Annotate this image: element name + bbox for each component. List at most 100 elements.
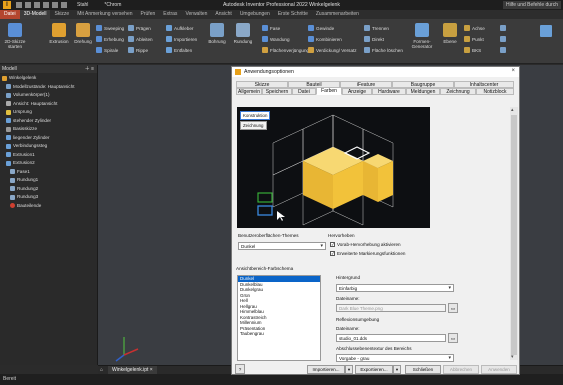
browse-button[interactable]: ▭ <box>448 303 458 313</box>
combine-button[interactable]: Kombinieren <box>308 36 342 42</box>
tab-ifeature[interactable]: iFeature <box>340 81 392 88</box>
thread-button[interactable]: Gewinde <box>308 25 334 31</box>
tab-view[interactable]: Ansicht <box>211 10 235 19</box>
enable-prehighlight-checkbox[interactable]: ✓ Vorab-Hervorhebung aktivieren <box>330 242 401 247</box>
plane-button[interactable]: Ebene <box>440 23 460 44</box>
tab-save[interactable]: Speichern <box>262 88 292 95</box>
decal-button[interactable]: Aufkleber <box>166 25 193 31</box>
axis-button[interactable]: Achse <box>464 25 485 31</box>
tab-display[interactable]: Anzeige <box>342 88 372 95</box>
tab-environments[interactable]: Umgebungen <box>236 10 274 19</box>
color-scheme-list[interactable]: Dunkel Dunkelblau Dunkelgrau Grün Hell H… <box>237 275 321 361</box>
tree-item[interactable]: Ursprung <box>2 108 97 117</box>
import-dropdown-button[interactable]: ▾ <box>345 365 353 374</box>
hole-button[interactable]: Bohrung <box>206 23 228 44</box>
export-dropdown-button[interactable]: ▾ <box>393 365 401 374</box>
direct-edit-button[interactable]: Direkt <box>364 36 384 42</box>
tab-file[interactable]: Datei <box>292 88 316 95</box>
home-icon[interactable] <box>61 2 67 8</box>
pattern-icon-group[interactable] <box>500 25 506 31</box>
tree-item[interactable]: Rundung2 <box>2 185 97 194</box>
export-button[interactable]: Exportieren... <box>355 365 393 374</box>
tab-inspect[interactable]: Prüfen <box>137 10 160 19</box>
tab-prompts[interactable]: Meldungen <box>406 88 440 95</box>
tab-notebook[interactable]: Notizblock <box>476 88 514 95</box>
draft-button[interactable]: Flächenverjüngung <box>262 47 309 53</box>
tab-get-started[interactable]: Erste Schritte <box>274 10 312 19</box>
tab-annotate[interactable]: Mit Anmerkung versehen <box>73 10 136 19</box>
derive-button[interactable]: Ableiten <box>128 36 153 42</box>
inventor-logo-icon[interactable]: I <box>3 1 11 9</box>
drawing-scheme-button[interactable]: Zeichnung <box>240 121 267 130</box>
tab-manage[interactable]: Verwalten <box>181 10 211 19</box>
browse-reflection-button[interactable]: ▭ <box>448 333 458 343</box>
close-button[interactable]: Schließen <box>405 365 441 374</box>
save-icon[interactable] <box>34 2 40 8</box>
open-file-icon[interactable] <box>25 2 31 8</box>
home-tab-icon[interactable]: ⌂ <box>100 367 103 373</box>
mirror-button[interactable] <box>500 47 506 53</box>
reflection-filename-field[interactable]: studio_01.dds <box>336 334 446 342</box>
background-select[interactable]: Einfarbig <box>336 284 454 292</box>
tab-sketch[interactable]: Skizze <box>50 10 73 19</box>
dialog-scrollbar[interactable]: ▴ ▾ <box>510 107 518 360</box>
tree-item[interactable]: Fase1 <box>2 168 97 177</box>
tree-item[interactable]: Verbindungssteg <box>2 142 97 151</box>
tree-item[interactable]: Extrusion2 <box>2 159 97 168</box>
chamfer-button[interactable]: Fase <box>262 25 280 31</box>
tree-item[interactable]: Volumenkörper(1) <box>2 91 97 100</box>
new-file-icon[interactable] <box>16 2 22 8</box>
point-button[interactable]: Punkt <box>464 36 484 42</box>
tab-file[interactable]: Datei <box>0 10 20 19</box>
import-button[interactable]: Importieren... <box>307 365 345 374</box>
undo-icon[interactable] <box>43 2 49 8</box>
redo-icon[interactable] <box>52 2 58 8</box>
tree-item[interactable]: Modellzustände: Hauptansicht <box>2 83 97 92</box>
shape-generator-button[interactable]: Formen-Generator <box>406 23 438 49</box>
scroll-down-icon[interactable]: ▾ <box>511 354 514 360</box>
tab-hardware[interactable]: Hardware <box>372 88 406 95</box>
scroll-thumb[interactable] <box>511 115 517 355</box>
tree-item[interactable]: stehender Zylinder <box>2 117 97 126</box>
list-item[interactable]: Taubengrau <box>238 331 320 337</box>
tree-item[interactable]: liegender Zylinder <box>2 134 97 143</box>
close-icon[interactable]: × <box>511 68 515 74</box>
coil-button[interactable]: Spirale <box>96 47 118 53</box>
split-button[interactable]: Trennen <box>364 25 389 31</box>
tab-content-center[interactable]: Inhaltscenter <box>454 81 514 88</box>
extrusion-button[interactable]: Extrusion <box>48 23 70 44</box>
emboss-button[interactable]: Prägen <box>128 25 151 31</box>
sweep-button[interactable]: Sweeping <box>96 25 124 31</box>
scroll-up-icon[interactable]: ▴ <box>511 107 514 113</box>
cancel-button[interactable]: Abbrechen <box>443 365 479 374</box>
unwrap-button[interactable]: Entfalten <box>166 47 192 53</box>
tab-colors[interactable]: Farben <box>316 87 342 95</box>
tab-3d-model[interactable]: 3D-Modell <box>19 10 51 19</box>
tree-item[interactable]: Rundung3 <box>2 193 97 202</box>
rib-button[interactable]: Rippe <box>128 47 148 53</box>
tree-item[interactable]: Basisskizze <box>2 125 97 134</box>
tab-tools[interactable]: Extras <box>159 10 181 19</box>
delete-face-button[interactable]: Fläche löschen <box>364 47 403 53</box>
fillet-button[interactable]: Rundung <box>232 23 254 44</box>
ui-theme-select[interactable]: Dunkel <box>238 242 326 250</box>
tab-drawing[interactable]: Zeichnung <box>440 88 476 95</box>
tree-item[interactable]: Ansicht: Hauptansicht <box>2 100 97 109</box>
tree-root[interactable]: Winkelgelenk <box>2 74 97 83</box>
loft-button[interactable]: Erhebung <box>96 36 124 42</box>
enhanced-highlighting-checkbox[interactable]: ✓ Erweiterte Markierungsfunktionen <box>330 251 405 256</box>
tab-assembly[interactable]: Baugruppe <box>392 81 454 88</box>
import-button[interactable]: Importieren <box>166 36 197 42</box>
thicken-button[interactable]: Verdickung/ Versatz <box>308 47 357 53</box>
help-search[interactable]: Hilfe und Befehle durch <box>503 1 561 9</box>
design-scheme-button[interactable]: Konstruktion <box>240 111 271 120</box>
background-filename-field[interactable]: Dark Blue Theme.png <box>336 304 446 312</box>
tab-collaborate[interactable]: Zusammenarbeiten <box>312 10 363 19</box>
tree-item[interactable]: Extrusion1 <box>2 151 97 160</box>
ucs-button[interactable]: BKS <box>464 47 481 53</box>
start-2d-sketch-button[interactable]: 2D-Skizze starten <box>3 23 27 49</box>
shell-button[interactable]: Wandung <box>262 36 290 42</box>
revolve-button[interactable]: Drehung <box>72 23 94 44</box>
circular-pattern-button[interactable] <box>500 36 506 42</box>
tab-general[interactable]: Allgemein <box>236 88 262 95</box>
